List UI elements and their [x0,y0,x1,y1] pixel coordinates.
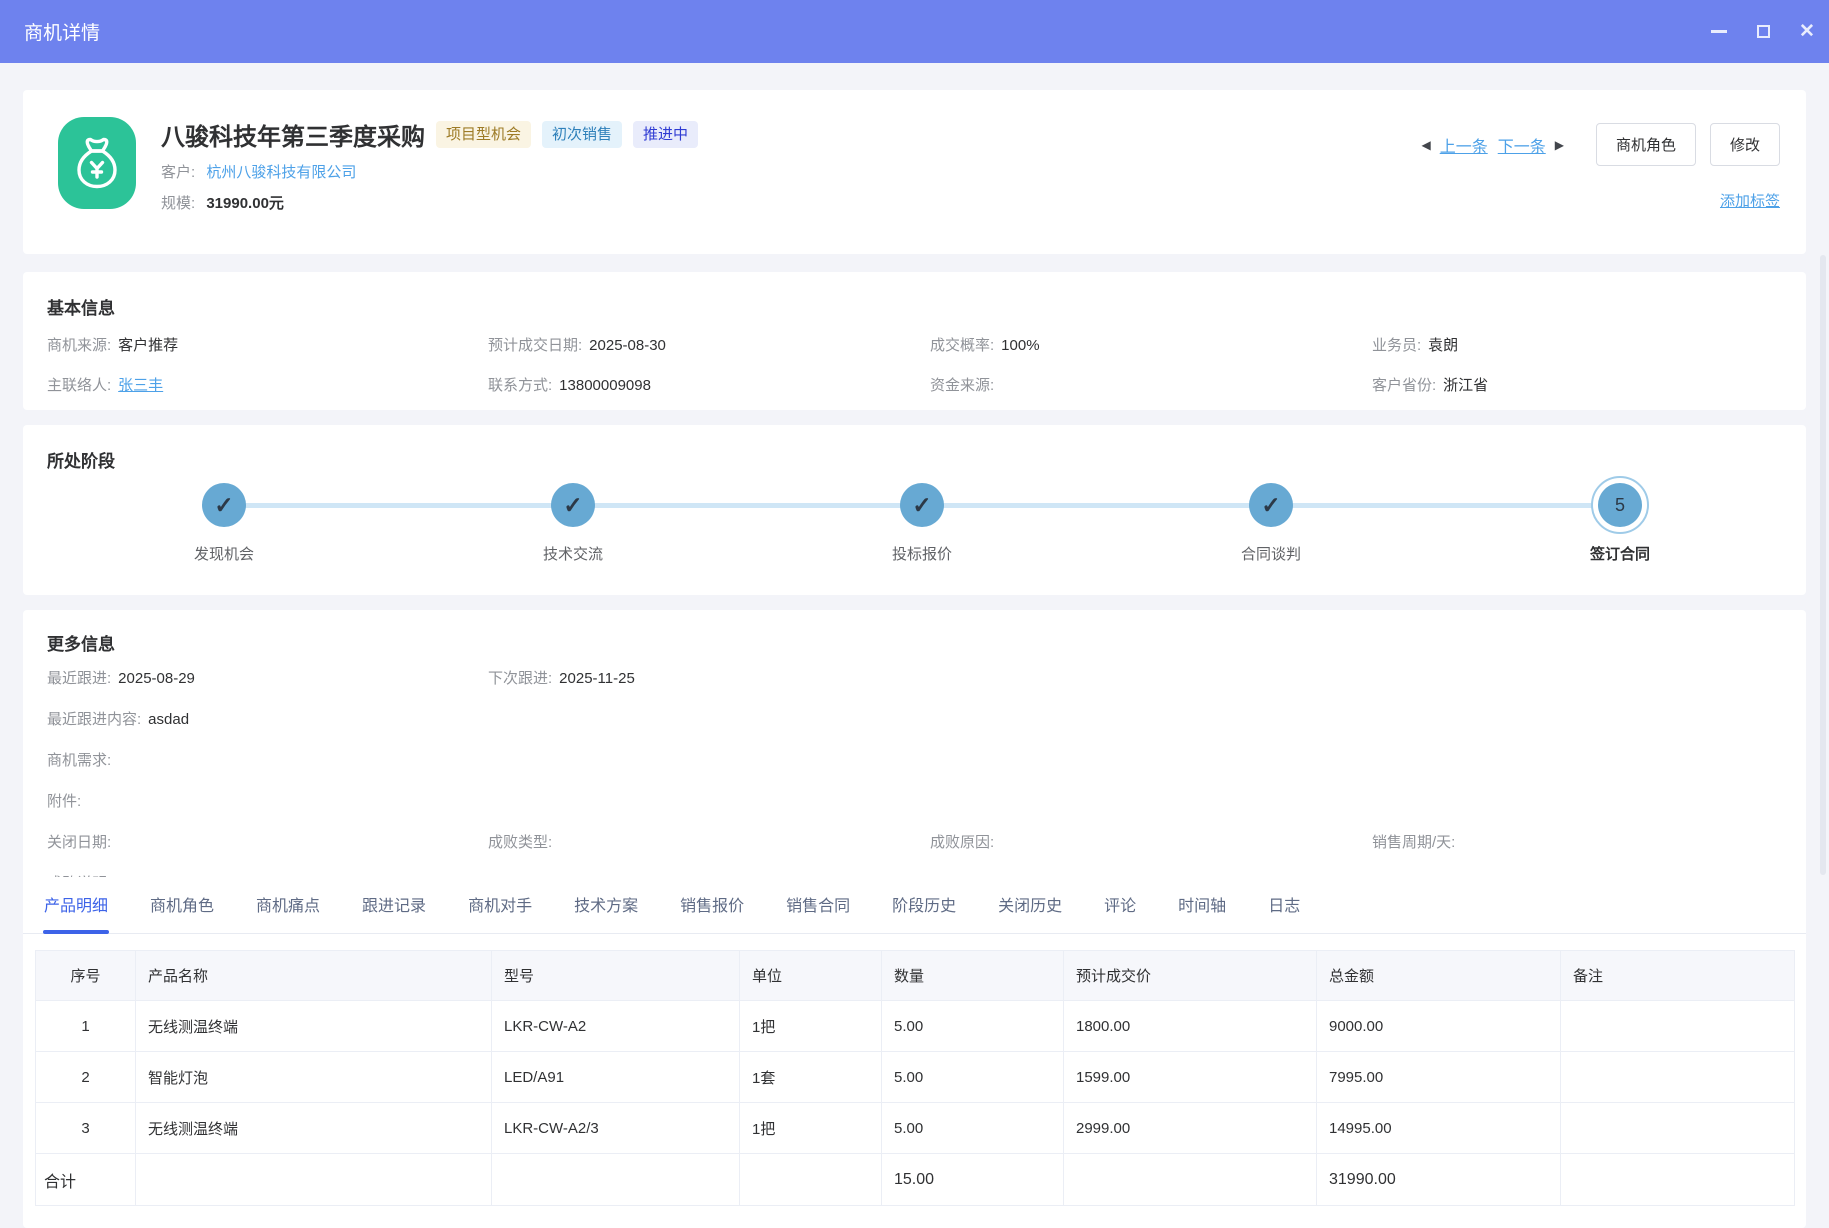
stage-step-5-current[interactable]: 5 签订合同 [1540,425,1700,595]
table-header-row: 序号 产品名称 型号 单位 数量 预计成交价 总金额 备注 [36,951,1795,1001]
table-total-row: 合计 15.00 31990.00 [36,1154,1795,1206]
field-main-contact: 主联络人:张三丰 [47,375,488,397]
field-funding-source: 资金来源: [930,375,1372,397]
check-icon: ✓ [214,494,233,517]
prev-record-link[interactable]: 上一条 [1440,133,1488,157]
tab-tech-solution[interactable]: 技术方案 [573,877,639,933]
minimize-icon[interactable] [1709,22,1729,42]
field-source: 商机来源:客户推荐 [47,335,488,357]
opportunity-detail-window: 商机详情 ✕ 八骏科技年第三季度采购 项目型机会 初次销售 推 [0,0,1829,1228]
add-tag-link[interactable]: 添加标签 [1720,193,1780,210]
tab-close-history[interactable]: 关闭历史 [997,877,1063,933]
field-expected-date: 预计成交日期:2025-08-30 [488,335,930,357]
field-next-follow: 下次跟进:2025-11-25 [488,667,930,691]
opportunity-header-card: 八骏科技年第三季度采购 项目型机会 初次销售 推进中 客户: 杭州八骏科技有限公… [23,90,1806,254]
field-probability: 成交概率:100% [930,335,1372,357]
vertical-scrollbar[interactable] [1820,255,1826,875]
basic-info-row: 商机来源:客户推荐 预计成交日期:2025-08-30 成交概率:100% 业务… [47,335,1782,357]
total-label: 合计 [36,1154,136,1206]
field-demand: 商机需求: [47,749,1782,773]
dialog-body: 八骏科技年第三季度采购 项目型机会 初次销售 推进中 客户: 杭州八骏科技有限公… [0,63,1829,1228]
tab-comments[interactable]: 评论 [1103,877,1137,933]
field-salesperson: 业务员:袁朗 [1372,335,1782,357]
tab-sales-contract[interactable]: 销售合同 [785,877,851,933]
titlebar: 商机详情 ✕ [0,0,1829,63]
tab-pain-points[interactable]: 商机痛点 [255,877,321,933]
table-row[interactable]: 2 智能灯泡 LED/A91 1套 5.00 1599.00 7995.00 [36,1052,1795,1103]
total-amount: 31990.00 [1317,1154,1561,1206]
next-record-link[interactable]: 下一条 [1498,133,1546,157]
table-row[interactable]: 1 无线测温终端 LKR-CW-A2 1把 5.00 1800.00 9000.… [36,1001,1795,1052]
field-province: 客户省份:浙江省 [1372,375,1782,397]
opportunity-role-button[interactable]: 商机角色 [1596,123,1696,166]
stage-step-2[interactable]: ✓ 技术交流 [493,425,653,595]
field-attachment: 附件: [47,790,1782,814]
table-row[interactable]: 3 无线测温终端 LKR-CW-A2/3 1把 5.00 2999.00 149… [36,1103,1795,1154]
scale-label: 规模: [161,195,195,212]
step-number: 5 [1598,483,1642,527]
field-result-type: 成败类型: [488,831,930,855]
field-sales-cycle: 销售周期/天: [1372,831,1782,855]
field-last-follow: 最近跟进:2025-08-29 [47,667,488,691]
tag-status: 推进中 [633,121,698,148]
tabs-card: 产品明细 商机角色 商机痛点 跟进记录 商机对手 技术方案 销售报价 销售合同 … [23,877,1806,1228]
col-unit: 单位 [740,951,882,1001]
col-product-name: 产品名称 [136,951,492,1001]
basic-info-row: 主联络人:张三丰 联系方式:13800009098 资金来源: 客户省份:浙江省 [47,375,1782,397]
next-arrow-icon[interactable]: ▶ [1551,138,1568,152]
field-follow-content: 最近跟进内容:asdad [47,708,1782,732]
money-bag-icon [58,117,136,209]
check-icon: ✓ [912,494,931,517]
header-actions: ◀ 上一条 下一条 ▶ 商机角色 修改 添加标签 [1417,117,1780,254]
stage-step-4[interactable]: ✓ 合同谈判 [1191,425,1351,595]
field-phone: 联系方式:13800009098 [488,375,930,397]
more-info-row: 最近跟进:2025-08-29 下次跟进:2025-11-25 [47,667,1782,691]
scale-value: 31990.00元 [206,195,284,212]
opportunity-summary: 八骏科技年第三季度采购 项目型机会 初次销售 推进中 客户: 杭州八骏科技有限公… [161,117,698,254]
tab-competitors[interactable]: 商机对手 [467,877,533,933]
stage-step-1[interactable]: ✓ 发现机会 [144,425,304,595]
check-icon: ✓ [1261,494,1280,517]
window-title: 商机详情 [24,18,100,45]
tab-follow-records[interactable]: 跟进记录 [361,877,427,933]
stage-step-3[interactable]: ✓ 投标报价 [842,425,1002,595]
customer-link[interactable]: 杭州八骏科技有限公司 [206,164,356,181]
col-expected-price: 预计成交价 [1064,951,1317,1001]
col-model: 型号 [492,951,740,1001]
prev-arrow-icon[interactable]: ◀ [1417,138,1434,152]
field-close-date: 关闭日期: [47,831,488,855]
more-info-title: 更多信息 [47,630,1782,655]
basic-info-card: 基本信息 商机来源:客户推荐 预计成交日期:2025-08-30 成交概率:10… [23,272,1806,410]
tag-sale-type: 初次销售 [542,121,622,148]
stage-card: 所处阶段 ✓ 发现机会 ✓ 技术交流 ✓ 投标报价 ✓ 合同谈判 5 签订合同 [23,425,1806,595]
total-quantity: 15.00 [882,1154,1064,1206]
basic-info-title: 基本信息 [47,294,1782,319]
opportunity-title: 八骏科技年第三季度采购 [161,117,425,152]
tag-opportunity-type: 项目型机会 [436,121,531,148]
field-result-reason: 成败原因: [930,831,1372,855]
check-icon: ✓ [563,494,582,517]
contact-link[interactable]: 张三丰 [118,377,163,394]
tab-timeline[interactable]: 时间轴 [1177,877,1227,933]
customer-label: 客户: [161,164,195,181]
window-controls: ✕ [1709,22,1829,42]
col-remark: 备注 [1561,951,1795,1001]
more-info-row: 关闭日期: 成败类型: 成败原因: 销售周期/天: [47,831,1782,855]
col-index: 序号 [36,951,136,1001]
col-quantity: 数量 [882,951,1064,1001]
more-info-card: 更多信息 最近跟进:2025-08-29 下次跟进:2025-11-25 最近跟… [23,610,1806,877]
tab-sales-quote[interactable]: 销售报价 [679,877,745,933]
maximize-icon[interactable] [1753,22,1773,42]
tab-stage-history[interactable]: 阶段历史 [891,877,957,933]
close-icon[interactable]: ✕ [1797,22,1817,42]
tab-opportunity-role[interactable]: 商机角色 [149,877,215,933]
edit-button[interactable]: 修改 [1710,123,1780,166]
tab-bar: 产品明细 商机角色 商机痛点 跟进记录 商机对手 技术方案 销售报价 销售合同 … [23,877,1806,934]
tab-logs[interactable]: 日志 [1267,877,1301,933]
col-total-amount: 总金额 [1317,951,1561,1001]
tab-product-detail[interactable]: 产品明细 [43,877,109,933]
product-table: 序号 产品名称 型号 单位 数量 预计成交价 总金额 备注 1 无线测温终端 L [35,950,1795,1206]
